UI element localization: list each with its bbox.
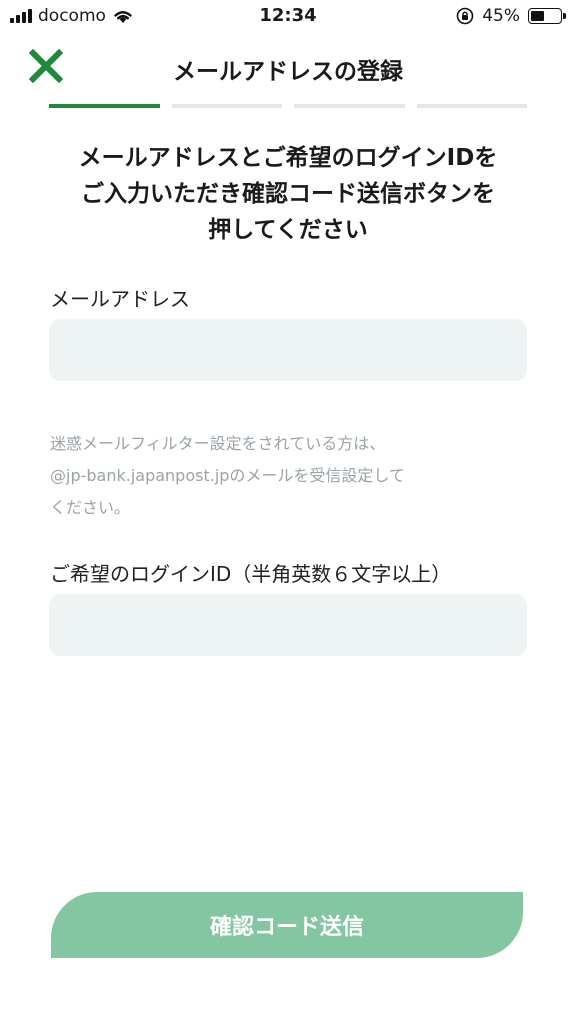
battery-icon (528, 8, 566, 24)
step-progress (49, 104, 527, 108)
login-id-input[interactable] (49, 594, 527, 656)
header: メールアドレスの登録 (0, 34, 576, 100)
step-indicator-2 (171, 104, 282, 108)
battery-fill (531, 11, 544, 21)
email-input[interactable] (49, 319, 527, 381)
email-label: メールアドレス (50, 287, 190, 311)
status-right: 45% (456, 6, 566, 26)
status-left: docomo (10, 6, 134, 26)
wifi-icon (114, 11, 132, 23)
instruction-text: メールアドレスとご希望のログインIDを ご入力いただき確認コード送信ボタンを 押… (78, 145, 498, 243)
send-confirmation-code-button[interactable]: 確認コード送信 (51, 892, 523, 958)
close-icon (29, 49, 63, 83)
rotation-lock-icon (456, 7, 474, 25)
close-button[interactable] (22, 44, 70, 88)
step-indicator-4 (416, 104, 527, 108)
step-indicator-3 (294, 104, 405, 108)
spam-filter-note: 迷惑メールフィルター設定をされている方は、 @jp-bank.japanpost… (50, 434, 405, 517)
signal-icon (10, 9, 32, 23)
battery-percent: 45% (482, 6, 520, 26)
carrier-name: docomo (38, 6, 106, 26)
step-indicator-1 (49, 104, 160, 108)
status-bar: docomo 12:34 45% (0, 0, 576, 34)
page-title: メールアドレスの登録 (173, 59, 403, 85)
login-id-label: ご希望のログインID（半角英数６文字以上） (50, 562, 452, 586)
